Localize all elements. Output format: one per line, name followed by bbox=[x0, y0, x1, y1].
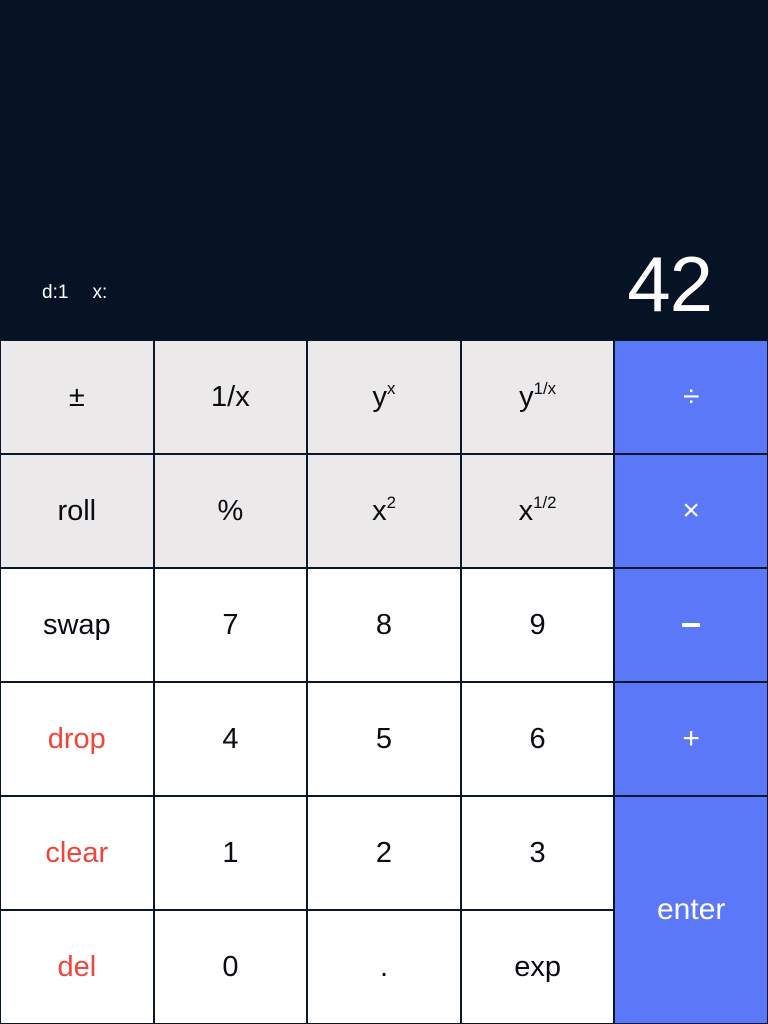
d-indicator: d:1 bbox=[42, 282, 68, 304]
digit-9-button[interactable]: 9 bbox=[461, 568, 615, 682]
x-squared-button[interactable]: x2 bbox=[307, 454, 461, 568]
plus-button[interactable]: + bbox=[614, 682, 768, 796]
keypad: ± 1/x yx y1/x ÷ roll % x2 x1/2 × swap 7 … bbox=[0, 340, 768, 1024]
minus-icon bbox=[682, 623, 700, 627]
y-power-x-exp: x bbox=[387, 379, 395, 399]
exp-button[interactable]: exp bbox=[461, 910, 615, 1024]
plus-minus-button[interactable]: ± bbox=[0, 340, 154, 454]
digit-8-button[interactable]: 8 bbox=[307, 568, 461, 682]
minus-button[interactable] bbox=[614, 568, 768, 682]
digit-1-button[interactable]: 1 bbox=[154, 796, 308, 910]
digit-2-button[interactable]: 2 bbox=[307, 796, 461, 910]
display-status: d:1 x: bbox=[42, 282, 107, 304]
del-button[interactable]: del bbox=[0, 910, 154, 1024]
swap-button[interactable]: swap bbox=[0, 568, 154, 682]
roll-button[interactable]: roll bbox=[0, 454, 154, 568]
x-squared-exp: 2 bbox=[387, 493, 396, 513]
drop-button[interactable]: drop bbox=[0, 682, 154, 796]
y-root-x-button[interactable]: y1/x bbox=[461, 340, 615, 454]
digit-7-button[interactable]: 7 bbox=[154, 568, 308, 682]
percent-button[interactable]: % bbox=[154, 454, 308, 568]
x-root-button[interactable]: x1/2 bbox=[461, 454, 615, 568]
decimal-button[interactable]: . bbox=[307, 910, 461, 1024]
digit-3-button[interactable]: 3 bbox=[461, 796, 615, 910]
digit-5-button[interactable]: 5 bbox=[307, 682, 461, 796]
x-label: x: bbox=[92, 282, 107, 304]
x-root-base: x bbox=[519, 495, 534, 528]
multiply-button[interactable]: × bbox=[614, 454, 768, 568]
x-squared-base: x bbox=[372, 495, 387, 528]
calculator-screen: d:1 x: 42 ± 1/x yx y1/x ÷ roll % x2 x1/2… bbox=[0, 0, 768, 1024]
digit-6-button[interactable]: 6 bbox=[461, 682, 615, 796]
enter-button[interactable]: enter bbox=[614, 796, 768, 1024]
d-value: 1 bbox=[58, 282, 69, 304]
divide-button[interactable]: ÷ bbox=[614, 340, 768, 454]
y-power-x-button[interactable]: yx bbox=[307, 340, 461, 454]
d-label: d: bbox=[42, 282, 58, 304]
digit-4-button[interactable]: 4 bbox=[154, 682, 308, 796]
x-root-exp: 1/2 bbox=[533, 493, 556, 513]
x-indicator: x: bbox=[92, 282, 107, 304]
y-root-x-exp: 1/x bbox=[534, 379, 556, 399]
display-area: d:1 x: 42 bbox=[0, 0, 768, 340]
clear-button[interactable]: clear bbox=[0, 796, 154, 910]
reciprocal-button[interactable]: 1/x bbox=[154, 340, 308, 454]
y-root-x-base: y bbox=[519, 381, 534, 414]
digit-0-button[interactable]: 0 bbox=[154, 910, 308, 1024]
y-power-x-base: y bbox=[373, 381, 388, 414]
display-result: 42 bbox=[627, 239, 712, 330]
